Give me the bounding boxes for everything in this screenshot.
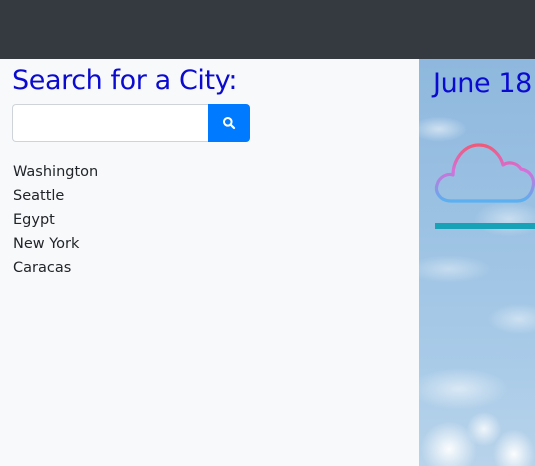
temperature-bar [435, 223, 535, 229]
city-item-egypt[interactable]: Egypt [13, 208, 98, 232]
search-title: Search for a City: [12, 65, 238, 96]
city-item-washington[interactable]: Washington [13, 160, 98, 184]
city-item-caracas[interactable]: Caracas [13, 256, 98, 280]
top-navbar [0, 0, 535, 59]
city-history-list: Washington Seattle Egypt New York Caraca… [13, 160, 98, 280]
cloud-icon [434, 143, 535, 203]
weather-date: June 18 [433, 68, 532, 99]
city-item-new-york[interactable]: New York [13, 232, 98, 256]
city-search-input[interactable] [12, 104, 208, 142]
search-icon [222, 116, 236, 130]
city-item-seattle[interactable]: Seattle [13, 184, 98, 208]
search-button[interactable] [208, 104, 250, 142]
weather-panel: June 18 [419, 59, 535, 466]
